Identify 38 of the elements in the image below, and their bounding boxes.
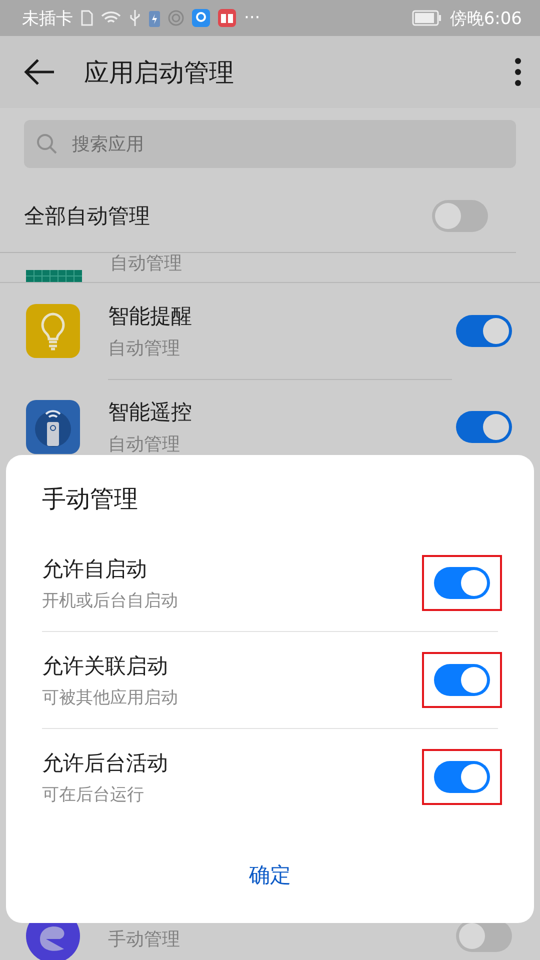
- app-icon: [26, 270, 82, 282]
- toggle-switch[interactable]: [456, 411, 512, 443]
- app-status: 自动管理: [110, 253, 182, 275]
- app-name: 智能提醒: [108, 302, 193, 330]
- search-field[interactable]: 搜索应用: [24, 120, 516, 168]
- toggle-switch[interactable]: [456, 920, 512, 952]
- dialog-title: 手动管理: [42, 484, 139, 515]
- page-title: 应用启动管理: [84, 56, 235, 88]
- remote-control-icon: [26, 400, 80, 454]
- battery-charging-icon: [149, 9, 160, 27]
- lightbulb-icon: [26, 304, 80, 358]
- option-description: 可在后台运行: [42, 784, 145, 806]
- option-description: 可被其他应用启动: [42, 686, 179, 708]
- toggle-switch[interactable]: [456, 315, 512, 347]
- sim-card-icon: [81, 10, 93, 26]
- option-title: 允许自启动: [42, 556, 148, 582]
- toggle-switch[interactable]: [432, 200, 488, 232]
- more-notifications-text: ···: [244, 8, 260, 28]
- app-status: 手动管理: [108, 928, 181, 950]
- toggle-switch[interactable]: [434, 567, 490, 599]
- confirm-button[interactable]: 确定: [229, 853, 311, 897]
- row-label: 全部自动管理: [24, 203, 151, 230]
- option-description: 开机或后台自启动: [42, 590, 179, 612]
- more-menu-button[interactable]: [514, 57, 522, 87]
- toggle-switch[interactable]: [434, 761, 490, 793]
- app-status: 自动管理: [108, 432, 181, 456]
- book-app-icon: [218, 9, 236, 27]
- option-title: 允许关联启动: [42, 652, 169, 680]
- clock-text: 傍晚6:06: [450, 8, 522, 30]
- toggle-switch[interactable]: [434, 664, 490, 696]
- battery-icon: [412, 10, 442, 26]
- usb-icon: [129, 9, 141, 27]
- carrier-text: 未插卡: [22, 8, 73, 30]
- option-title: 允许后台活动: [42, 750, 169, 776]
- app-status: 自动管理: [108, 336, 181, 360]
- search-icon: [36, 133, 58, 155]
- app-name: 智能遥控: [108, 398, 193, 426]
- back-button[interactable]: [24, 58, 56, 86]
